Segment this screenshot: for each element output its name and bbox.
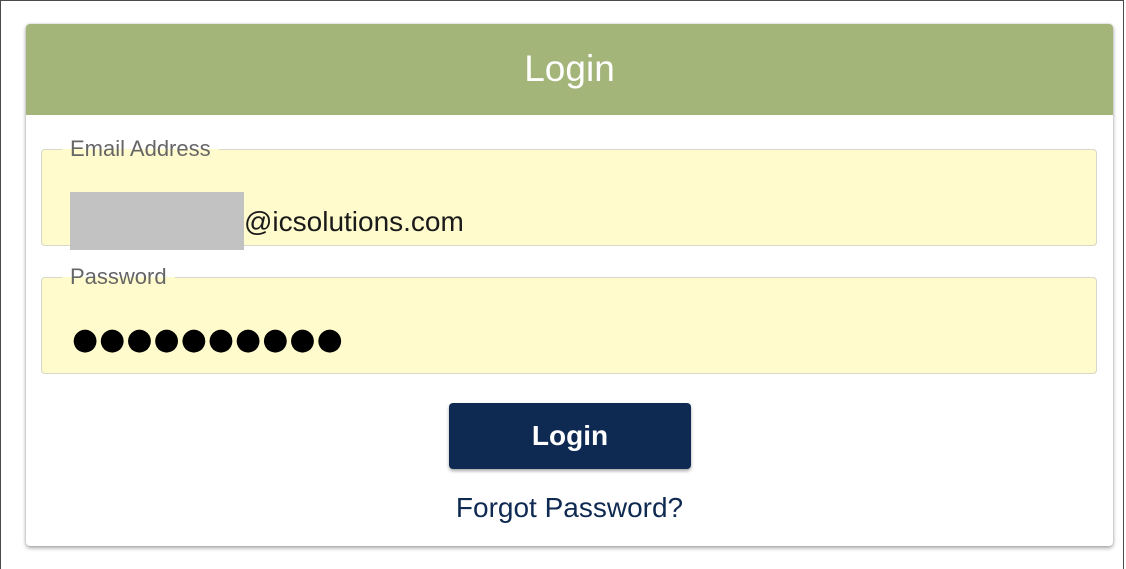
forgot-password-link[interactable]: Forgot Password? [26, 492, 1113, 524]
login-title: Login [524, 48, 615, 89]
password-input[interactable]: ●●●●●●●●●● [72, 325, 344, 355]
login-button[interactable]: Login [449, 403, 691, 469]
login-card: Login Email Address @icsolutions.com Pas… [26, 24, 1113, 546]
email-input[interactable]: @icsolutions.com [70, 192, 464, 250]
email-label: Email Address [70, 136, 211, 161]
password-label: Password [70, 264, 167, 289]
email-field[interactable]: Email Address @icsolutions.com [41, 136, 1097, 250]
email-domain-text: @icsolutions.com [244, 206, 464, 237]
redacted-username [70, 192, 244, 250]
password-field[interactable]: Password ●●●●●●●●●● [41, 266, 1097, 374]
login-header: Login [26, 24, 1113, 115]
